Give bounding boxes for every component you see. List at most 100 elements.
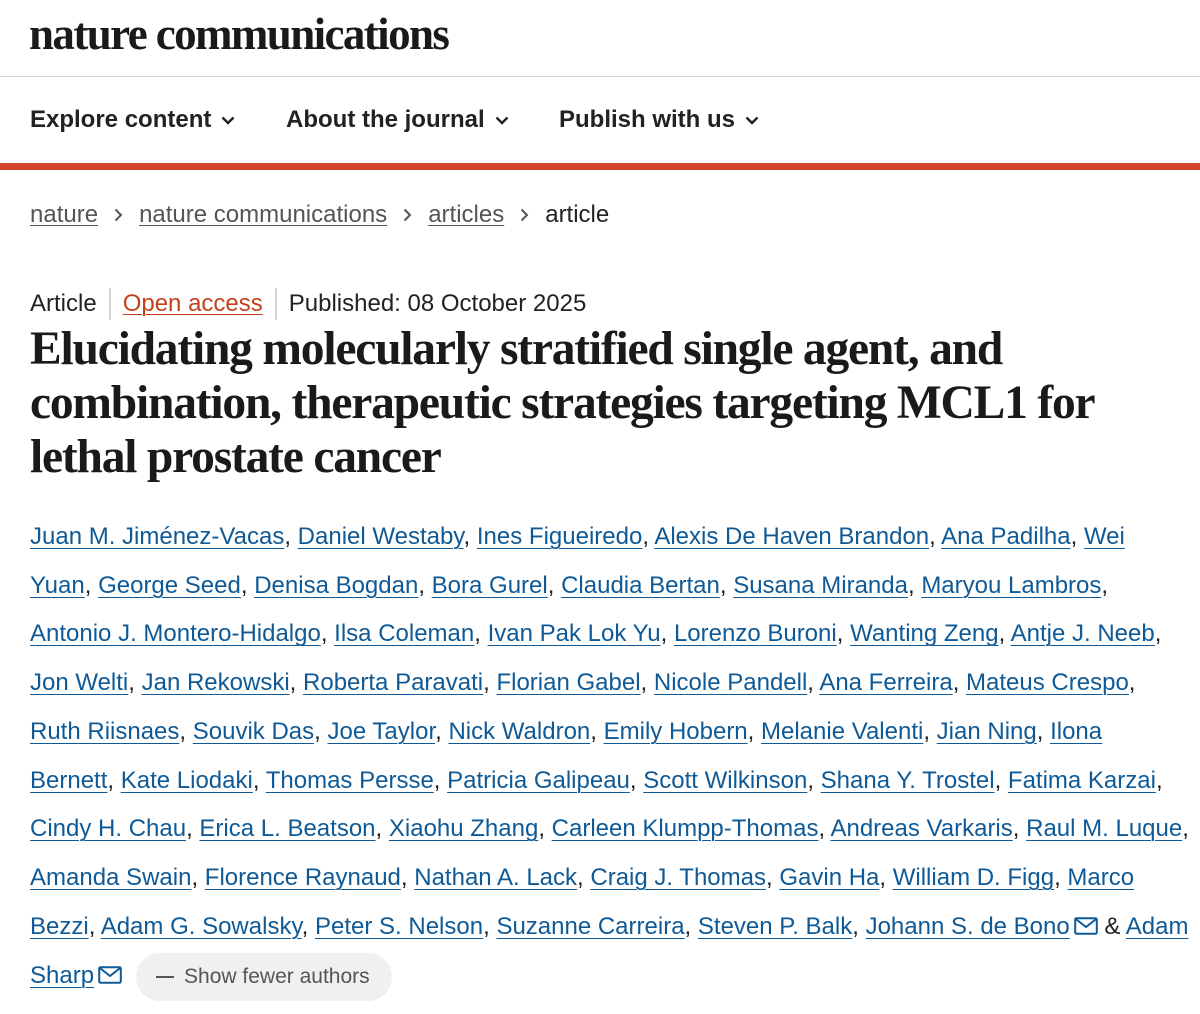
author-link[interactable]: Maryou Lambros (921, 572, 1101, 599)
author-link[interactable]: George Seed (98, 572, 241, 599)
author-link[interactable]: Patricia Galipeau (447, 767, 630, 794)
author-link[interactable]: Cindy H. Chau (30, 815, 186, 842)
author-link[interactable]: Antonio J. Montero-Hidalgo (30, 620, 321, 647)
author-item: Nathan A. Lack (414, 864, 577, 891)
author-link[interactable]: Lorenzo Buroni (674, 620, 837, 647)
author-item: Emily Hobern (604, 718, 748, 745)
author-link[interactable]: Antje J. Neeb (1011, 620, 1155, 647)
author-link[interactable]: Nicole Pandell (654, 669, 807, 696)
author-link[interactable]: Ana Padilha (941, 523, 1070, 550)
author-link[interactable]: Johann S. de Bono (866, 913, 1070, 940)
author-link[interactable]: William D. Figg (893, 864, 1054, 891)
author-link[interactable]: Scott Wilkinson (643, 767, 807, 794)
author-link[interactable]: Florence Raynaud (205, 864, 401, 891)
meta-divider (274, 288, 277, 320)
chevron-down-icon (745, 116, 759, 125)
author-link[interactable]: Xiaohu Zhang (389, 815, 538, 842)
author-item: Raul M. Luque (1026, 815, 1182, 842)
author-item: Souvik Das (193, 718, 314, 745)
author-link[interactable]: Ana Ferreira (819, 669, 952, 696)
author-link[interactable]: Mateus Crespo (966, 669, 1129, 696)
author-link[interactable]: Nathan A. Lack (414, 864, 577, 891)
author-link[interactable]: Denisa Bogdan (254, 572, 418, 599)
author-item: Andreas Varkaris (830, 815, 1012, 842)
author-item: Nick Waldron (448, 718, 590, 745)
author-link[interactable]: Craig J. Thomas (590, 864, 766, 891)
author-link[interactable]: Jan Rekowski (142, 669, 290, 696)
author-link[interactable]: Ines Figueiredo (477, 523, 642, 550)
chevron-down-icon (495, 116, 509, 125)
author-item: Carleen Klumpp-Thomas (552, 815, 819, 842)
author-item: Jian Ning (937, 718, 1037, 745)
breadcrumb-nature-communications[interactable]: nature communications (139, 201, 387, 229)
author-link[interactable]: Susana Miranda (733, 572, 908, 599)
author-link[interactable]: Jian Ning (937, 718, 1037, 745)
author-link[interactable]: Ivan Pak Lok Yu (488, 620, 661, 647)
author-item: Alexis De Haven Brandon (654, 523, 929, 550)
author-link[interactable]: Adam G. Sowalsky (101, 913, 302, 940)
author-link[interactable]: Joe Taylor (327, 718, 435, 745)
author-link[interactable]: Peter S. Nelson (315, 913, 483, 940)
author-link[interactable]: Fatima Karzai (1008, 767, 1156, 794)
author-link[interactable]: Claudia Bertan (561, 572, 720, 599)
nav-publish-with-us[interactable]: Publish with us (559, 77, 759, 163)
author-link[interactable]: Emily Hobern (604, 718, 748, 745)
breadcrumb: nature nature communications articles ar… (30, 201, 609, 229)
author-link[interactable]: Suzanne Carreira (496, 913, 684, 940)
author-link[interactable]: Raul M. Luque (1026, 815, 1182, 842)
author-link[interactable]: Wanting Zeng (850, 620, 999, 647)
open-access-link[interactable]: Open access (123, 290, 263, 318)
author-item: Steven P. Balk (698, 913, 852, 940)
author-link[interactable]: Juan M. Jiménez-Vacas (30, 523, 284, 550)
author-link[interactable]: Alexis De Haven Brandon (654, 523, 929, 550)
author-link[interactable]: Carleen Klumpp-Thomas (552, 815, 819, 842)
envelope-icon[interactable] (1073, 904, 1098, 953)
nav-explore-content[interactable]: Explore content (30, 77, 235, 163)
author-item: Amanda Swain (30, 864, 191, 891)
author-item: Nicole Pandell (654, 669, 807, 696)
author-link[interactable]: Amanda Swain (30, 864, 191, 891)
author-item: Peter S. Nelson (315, 913, 483, 940)
author-link[interactable]: Shana Y. Trostel (821, 767, 995, 794)
author-link[interactable]: Steven P. Balk (698, 913, 852, 940)
author-link[interactable]: Kate Liodaki (121, 767, 253, 794)
author-item: Maryou Lambros (921, 572, 1101, 599)
author-link[interactable]: Florian Gabel (496, 669, 640, 696)
author-item: Cindy H. Chau (30, 815, 186, 842)
author-link[interactable]: Jon Welti (30, 669, 128, 696)
author-link[interactable]: Thomas Persse (266, 767, 434, 794)
author-link[interactable]: Daniel Westaby (298, 523, 464, 550)
site-logo[interactable]: nature communications (29, 8, 450, 60)
author-item: Jon Welti (30, 669, 128, 696)
author-item: Adam G. Sowalsky (101, 913, 302, 940)
nav-item-label: About the journal (286, 106, 485, 133)
show-fewer-label: Show fewer authors (184, 964, 370, 988)
author-item: Florian Gabel (496, 669, 640, 696)
chevron-right-icon (403, 208, 412, 222)
author-link[interactable]: Ilsa Coleman (334, 620, 474, 647)
author-item: Juan M. Jiménez-Vacas (30, 523, 284, 550)
breadcrumb-current: article (545, 201, 610, 228)
author-link[interactable]: Nick Waldron (448, 718, 590, 745)
author-link[interactable]: Souvik Das (193, 718, 314, 745)
author-link[interactable]: Roberta Paravati (303, 669, 483, 696)
author-item: Thomas Persse (266, 767, 434, 794)
nav-item-label: Publish with us (559, 106, 736, 133)
author-item: Fatima Karzai (1008, 767, 1156, 794)
nav-about-the-journal[interactable]: About the journal (286, 77, 509, 163)
author-link[interactable]: Andreas Varkaris (830, 815, 1012, 842)
envelope-icon[interactable] (98, 953, 122, 1002)
breadcrumb-articles[interactable]: articles (428, 201, 504, 229)
breadcrumb-nature[interactable]: nature (30, 201, 98, 229)
author-link[interactable]: Ruth Riisnaes (30, 718, 179, 745)
author-link[interactable]: Gavin Ha (779, 864, 879, 891)
author-item: Antonio J. Montero-Hidalgo (30, 620, 321, 647)
author-item: Susana Miranda (733, 572, 908, 599)
author-item: Roberta Paravati (303, 669, 483, 696)
author-link[interactable]: Melanie Valenti (761, 718, 923, 745)
author-item: Bora Gurel (432, 572, 548, 599)
show-fewer-authors-button[interactable]: Show fewer authors (136, 952, 392, 1001)
published-date: Published: 08 October 2025 (288, 290, 587, 317)
author-link[interactable]: Bora Gurel (432, 572, 548, 599)
author-link[interactable]: Erica L. Beatson (199, 815, 375, 842)
